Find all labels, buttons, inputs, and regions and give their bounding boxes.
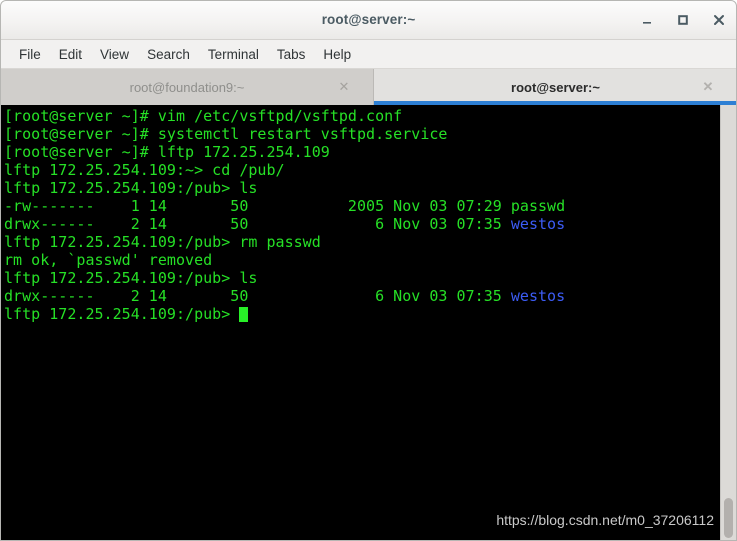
terminal-text: [root@server ~]# vim /etc/vsftpd/vsftpd.…: [4, 107, 403, 125]
terminal-line: lftp 172.25.254.109:/pub> ls: [4, 269, 720, 287]
menu-item-view[interactable]: View: [91, 44, 138, 65]
close-icon[interactable]: [710, 11, 728, 29]
terminal-area: [root@server ~]# vim /etc/vsftpd/vsftpd.…: [1, 105, 736, 540]
tab-root-server[interactable]: root@server:~ ✕: [374, 69, 736, 105]
terminal-text: lftp 172.25.254.109:/pub>: [4, 305, 240, 323]
menu-item-file[interactable]: File: [10, 44, 50, 65]
tab-label: root@server:~: [511, 79, 600, 95]
terminal-text: lftp 172.25.254.109:/pub> rm passwd: [4, 233, 321, 251]
minimize-icon[interactable]: [638, 11, 656, 29]
terminal-text: passwd: [510, 197, 566, 215]
terminal-line: lftp 172.25.254.109:/pub> ls: [4, 179, 720, 197]
terminal-line: lftp 172.25.254.109:/pub> rm passwd: [4, 233, 720, 251]
terminal-line: [root@server ~]# vim /etc/vsftpd/vsftpd.…: [4, 107, 720, 125]
terminal-line: -rw------- 1 14 50 2005 Nov 03 07:29 pas…: [4, 197, 720, 215]
tab-label: root@foundation9:~: [129, 79, 245, 95]
terminal-line: [root@server ~]# systemctl restart vsftp…: [4, 125, 720, 143]
terminal-cursor: [239, 307, 249, 322]
terminal-text: westos: [510, 287, 566, 305]
terminal-line: lftp 172.25.254.109:/pub>: [4, 305, 720, 323]
terminal-text: westos: [510, 215, 566, 233]
window-title: root@server:~: [321, 12, 416, 27]
menu-item-search[interactable]: Search: [138, 44, 199, 65]
terminal-text: drwx------ 2 14 50 6 Nov 03 07:35: [4, 215, 511, 233]
tabbar: root@foundation9:~ ✕ root@server:~ ✕: [1, 69, 736, 105]
menu-item-help[interactable]: Help: [314, 44, 360, 65]
terminal-text: -rw------- 1 14 50 2005 Nov 03 07:29: [4, 197, 511, 215]
menu-item-terminal[interactable]: Terminal: [199, 44, 268, 65]
scrollbar-thumb[interactable]: [724, 498, 733, 538]
terminal-text: drwx------ 2 14 50 6 Nov 03 07:35: [4, 287, 511, 305]
terminal-line: lftp 172.25.254.109:~> cd /pub/: [4, 161, 720, 179]
tab-root-foundation9[interactable]: root@foundation9:~ ✕: [1, 69, 374, 105]
terminal-scrollbar[interactable]: [720, 105, 736, 540]
menu-item-edit[interactable]: Edit: [50, 44, 91, 65]
terminal-output[interactable]: [root@server ~]# vim /etc/vsftpd/vsftpd.…: [1, 105, 720, 540]
tab-close-icon[interactable]: ✕: [337, 79, 351, 94]
terminal-window: root@server:~ File Edit View Search Term…: [0, 0, 737, 541]
window-controls: [638, 1, 728, 39]
terminal-text: lftp 172.25.254.109:~> cd /pub/: [4, 161, 285, 179]
maximize-icon[interactable]: [674, 11, 692, 29]
menu-item-tabs[interactable]: Tabs: [268, 44, 315, 65]
terminal-text: [root@server ~]# lftp 172.25.254.109: [4, 143, 330, 161]
terminal-line: rm ok, `passwd' removed: [4, 251, 720, 269]
terminal-text: [root@server ~]# systemctl restart vsftp…: [4, 125, 448, 143]
terminal-text: lftp 172.25.254.109:/pub> ls: [4, 269, 258, 287]
terminal-text: rm ok, `passwd' removed: [4, 251, 213, 269]
terminal-text: lftp 172.25.254.109:/pub> ls: [4, 179, 258, 197]
titlebar[interactable]: root@server:~: [1, 1, 736, 40]
terminal-line: drwx------ 2 14 50 6 Nov 03 07:35 westos: [4, 215, 720, 233]
terminal-line: [root@server ~]# lftp 172.25.254.109: [4, 143, 720, 161]
terminal-line: drwx------ 2 14 50 6 Nov 03 07:35 westos: [4, 287, 720, 305]
menubar: File Edit View Search Terminal Tabs Help: [1, 40, 736, 69]
tab-close-icon[interactable]: ✕: [701, 79, 715, 94]
